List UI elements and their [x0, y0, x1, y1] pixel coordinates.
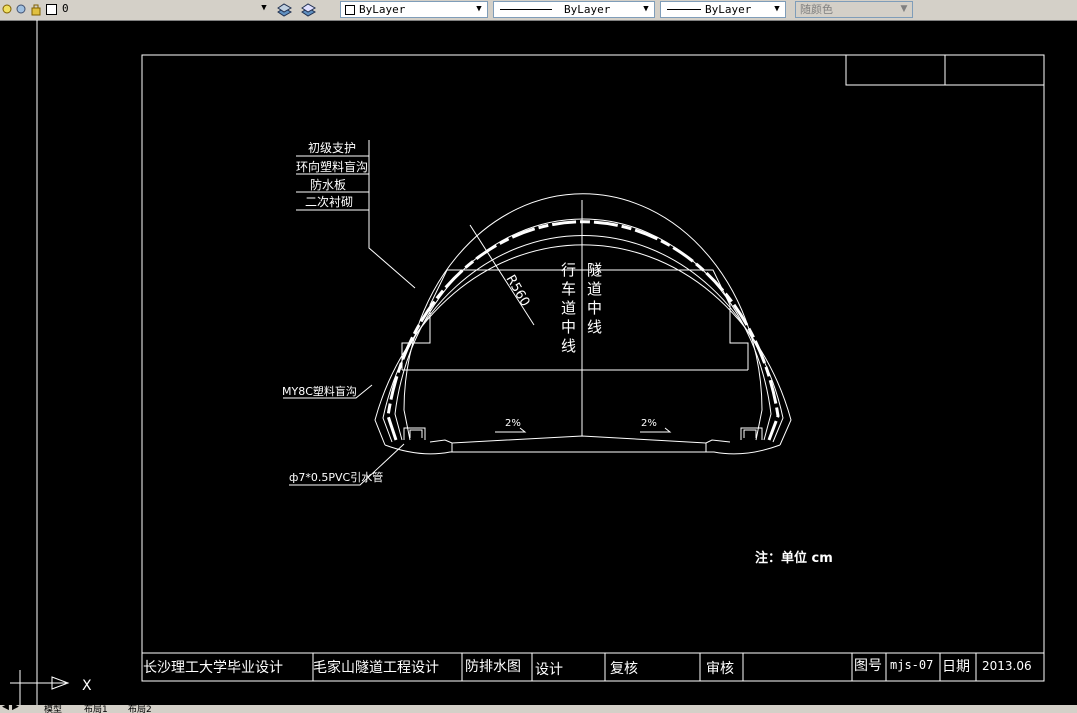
- design-label: 设计: [535, 662, 563, 678]
- tab-nav-next-icon[interactable]: ▶: [12, 705, 19, 712]
- label-ring-drain: 环向塑料盲沟: [296, 159, 368, 174]
- chevron-down-icon[interactable]: ▼: [771, 3, 783, 16]
- label-lane-center: 行车道中线: [559, 262, 577, 357]
- lineweight-preview: [667, 9, 701, 10]
- label-my8c-drain: MY8C塑料盲沟: [282, 384, 357, 398]
- chevron-down-icon[interactable]: ▼: [898, 3, 910, 16]
- properties-toolbar: 0 ▼ ByLayer ▼ ByLayer ▼ ByLayer ▼ 随颜色 ▼: [0, 0, 1077, 21]
- make-layer-current-icon[interactable]: [277, 2, 293, 17]
- linetype-preview: [500, 9, 552, 10]
- date-value: 2013.06: [982, 659, 1032, 673]
- plot-style-value: 随颜色: [800, 3, 833, 16]
- chevron-down-icon[interactable]: ▼: [258, 2, 270, 15]
- layer-dropdown[interactable]: 0 ▼: [44, 1, 272, 18]
- tab-model[interactable]: 模型: [44, 705, 62, 713]
- label-pvc-pipe: ф7*0.5PVC引水管: [289, 470, 383, 484]
- label-radius: R560: [503, 273, 533, 310]
- drawing-no-label: 图号: [854, 658, 882, 674]
- lineweight-value: ByLayer: [705, 3, 752, 16]
- drawing-no: mjs-07: [890, 658, 933, 672]
- tab-layout2[interactable]: 布局2: [128, 705, 152, 713]
- layer-previous-icon[interactable]: [301, 2, 317, 17]
- note-unit: 注：单位 cm: [755, 550, 833, 566]
- tab-layout1[interactable]: 布局1: [84, 705, 108, 713]
- label-tunnel-center: 隧道中线: [585, 262, 603, 338]
- chevron-down-icon[interactable]: ▼: [473, 3, 485, 16]
- layer-color-swatch: [46, 4, 57, 15]
- color-swatch: [345, 5, 355, 15]
- color-value: ByLayer: [359, 3, 406, 16]
- layout-tabs-bar: ◀ ▶ 模型 布局1 布局2: [0, 705, 1077, 713]
- label-waterproof-board: 防水板: [310, 177, 346, 192]
- drawing-frame: [141, 54, 1045, 682]
- linetype-dropdown[interactable]: ByLayer ▼: [493, 1, 655, 18]
- linetype-value: ByLayer: [564, 3, 611, 16]
- layer-name: 0: [62, 2, 69, 15]
- freeze-icon[interactable]: [14, 2, 29, 17]
- chevron-down-icon[interactable]: ▼: [640, 3, 652, 16]
- color-dropdown[interactable]: ByLayer ▼: [340, 1, 488, 18]
- school-name: 长沙理工大学毕业设计: [143, 660, 283, 676]
- project-name: 毛家山隧道工程设计: [313, 659, 439, 676]
- lock-icon[interactable]: [29, 2, 44, 17]
- lineweight-dropdown[interactable]: ByLayer ▼: [660, 1, 786, 18]
- drawing-canvas[interactable]: 长沙理工大学毕业设计 毛家山隧道工程设计 防排水图 设计 复核 审核 图号 mj…: [0, 20, 1077, 705]
- drawing-name: 防排水图: [465, 659, 521, 675]
- tunnel-section: [374, 193, 792, 455]
- tab-nav-first-icon[interactable]: ◀: [2, 705, 9, 712]
- plot-style-dropdown[interactable]: 随颜色 ▼: [795, 1, 913, 18]
- label-secondary-lining: 二次衬砌: [305, 195, 353, 209]
- review-label: 复核: [610, 660, 638, 677]
- label-slope-left: 2%: [505, 418, 521, 429]
- ucs-x-label: X: [82, 678, 92, 694]
- label-slope-right: 2%: [641, 418, 657, 429]
- label-primary-support: 初级支护: [308, 141, 356, 155]
- audit-label: 审核: [706, 661, 734, 677]
- date-label: 日期: [942, 659, 970, 675]
- ucs-icon: [10, 670, 70, 705]
